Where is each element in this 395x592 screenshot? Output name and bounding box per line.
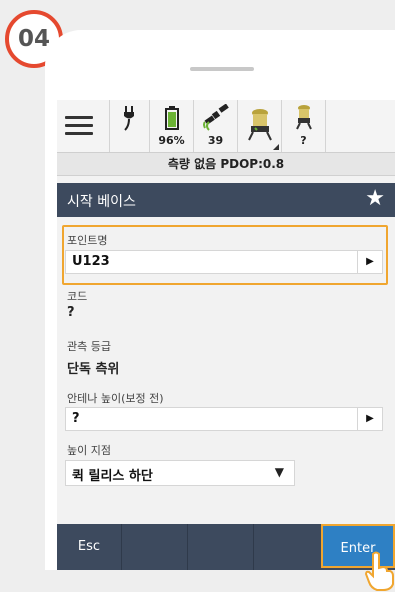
hand-pointer-icon xyxy=(364,551,394,591)
esc-button[interactable]: Esc xyxy=(57,524,121,570)
code-label: 코드 xyxy=(67,290,88,303)
rover-status[interactable]: ? xyxy=(281,100,325,152)
satellite-icon xyxy=(203,104,229,131)
code-value[interactable]: ? xyxy=(67,305,75,320)
receiver-status[interactable] xyxy=(237,100,281,152)
plug-icon xyxy=(124,106,134,131)
pdop-info-bar: 측량 없음 PDOP:0.8 xyxy=(57,153,395,176)
app-screen: 96% 39 ? 측량 없음 PDOP:0.8 시작 베이스 ★ 포인트명 U1… xyxy=(57,100,395,570)
measured-to-dropdown[interactable]: 퀵 릴리스 하단 ▼ xyxy=(65,460,295,486)
measured-to-label: 높이 지점 xyxy=(67,444,111,457)
battery-status[interactable]: 96% xyxy=(149,100,193,152)
corner-indicator xyxy=(273,144,279,150)
status-empty-slot xyxy=(325,100,395,152)
antenna-height-value: ? xyxy=(72,411,80,426)
point-name-label: 포인트명 xyxy=(67,234,108,247)
rover-label: ? xyxy=(300,134,307,147)
softkey-2[interactable] xyxy=(121,524,187,570)
observation-class-value: 단독 측위 xyxy=(67,362,120,377)
status-bar: 96% 39 ? xyxy=(57,100,395,153)
play-arrow-icon[interactable]: ▶ xyxy=(357,251,382,273)
satellite-status[interactable]: 39 xyxy=(193,100,237,152)
antenna-height-label: 안테나 높이(보정 전) xyxy=(67,392,164,405)
phone-handle xyxy=(190,67,254,71)
form-title-bar: 시작 베이스 ★ xyxy=(57,183,395,217)
power-status[interactable] xyxy=(109,100,149,152)
observation-class-label: 관측 등급 xyxy=(67,340,111,353)
softkey-3[interactable] xyxy=(187,524,253,570)
satellites-label: 39 xyxy=(207,134,224,147)
page-title: 시작 베이스 xyxy=(67,194,136,210)
battery-icon xyxy=(165,106,179,130)
rover-icon xyxy=(296,105,312,130)
star-icon[interactable]: ★ xyxy=(365,186,385,211)
measured-to-value: 퀵 릴리스 하단 xyxy=(72,469,153,484)
point-name-field[interactable]: U123 ▶ xyxy=(65,250,383,274)
battery-label: 96% xyxy=(158,134,185,147)
menu-icon[interactable] xyxy=(65,116,93,140)
softkey-4[interactable] xyxy=(253,524,319,570)
receiver-icon xyxy=(248,109,272,141)
play-arrow-icon[interactable]: ▶ xyxy=(357,408,382,430)
bottom-button-bar: Esc Enter xyxy=(57,524,395,570)
antenna-height-field[interactable]: ? ▶ xyxy=(65,407,383,431)
point-name-value: U123 xyxy=(72,254,110,269)
caret-down-icon: ▼ xyxy=(274,465,284,479)
